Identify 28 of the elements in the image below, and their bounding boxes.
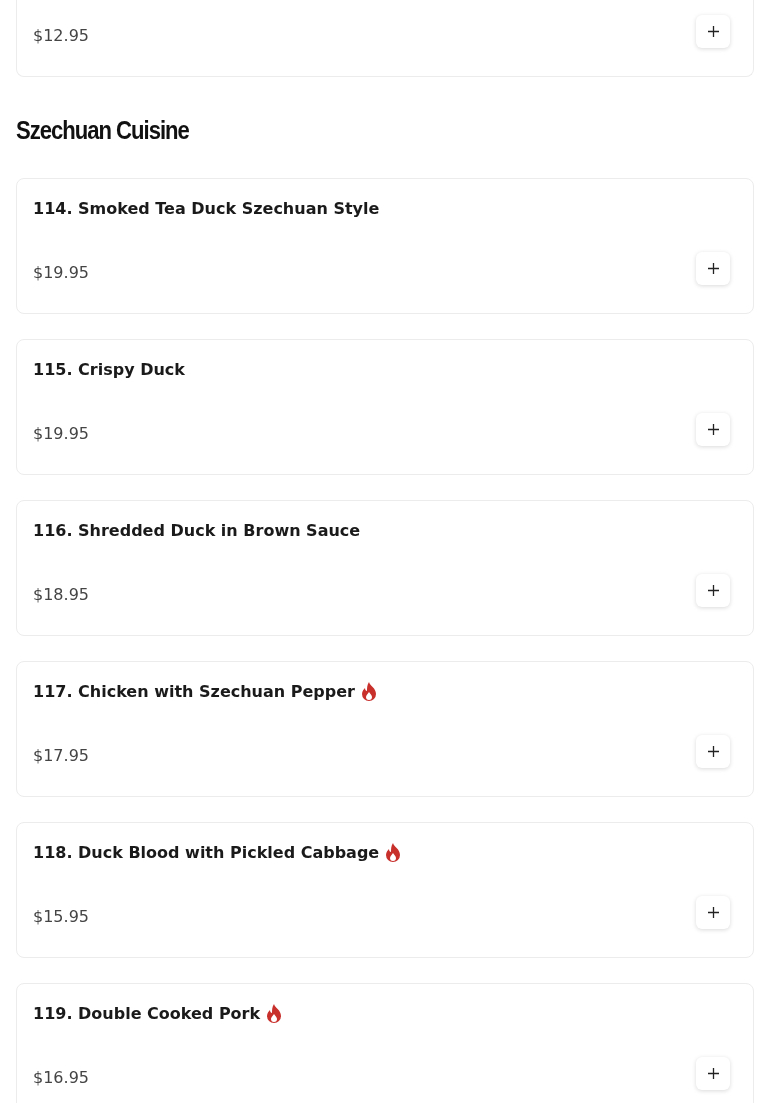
add-button[interactable]	[696, 413, 730, 446]
item-price: $19.95	[33, 424, 89, 443]
plus-icon	[707, 746, 719, 757]
item-price: $18.95	[33, 585, 89, 604]
add-button[interactable]	[696, 1057, 730, 1090]
item-name: 115. Crispy Duck	[33, 360, 185, 379]
item-name: 118. Duck Blood with Pickled Cabbage	[33, 843, 380, 862]
item-name: 119. Double Cooked Pork	[33, 1004, 261, 1023]
item-price: $19.95	[33, 263, 89, 282]
plus-icon	[707, 424, 719, 435]
add-button[interactable]	[696, 896, 730, 929]
item-name: 114. Smoked Tea Duck Szechuan Style	[33, 199, 380, 218]
add-button[interactable]	[696, 252, 730, 285]
plus-icon	[707, 907, 719, 918]
item-name: 117. Chicken with Szechuan Pepper	[33, 682, 355, 701]
item-price: $15.95	[33, 907, 89, 926]
item-name: 116. Shredded Duck in Brown Sauce	[33, 521, 361, 540]
plus-icon	[707, 1068, 719, 1079]
plus-icon	[707, 585, 719, 596]
item-price: $12.95	[33, 26, 89, 45]
section-title: Szechuan Cuisine	[16, 115, 190, 146]
add-button[interactable]	[696, 574, 730, 607]
plus-icon	[707, 263, 719, 274]
item-price: $16.95	[33, 1068, 89, 1087]
plus-icon	[707, 26, 719, 37]
add-button[interactable]	[696, 15, 730, 48]
add-button[interactable]	[696, 735, 730, 768]
item-price: $17.95	[33, 746, 89, 765]
